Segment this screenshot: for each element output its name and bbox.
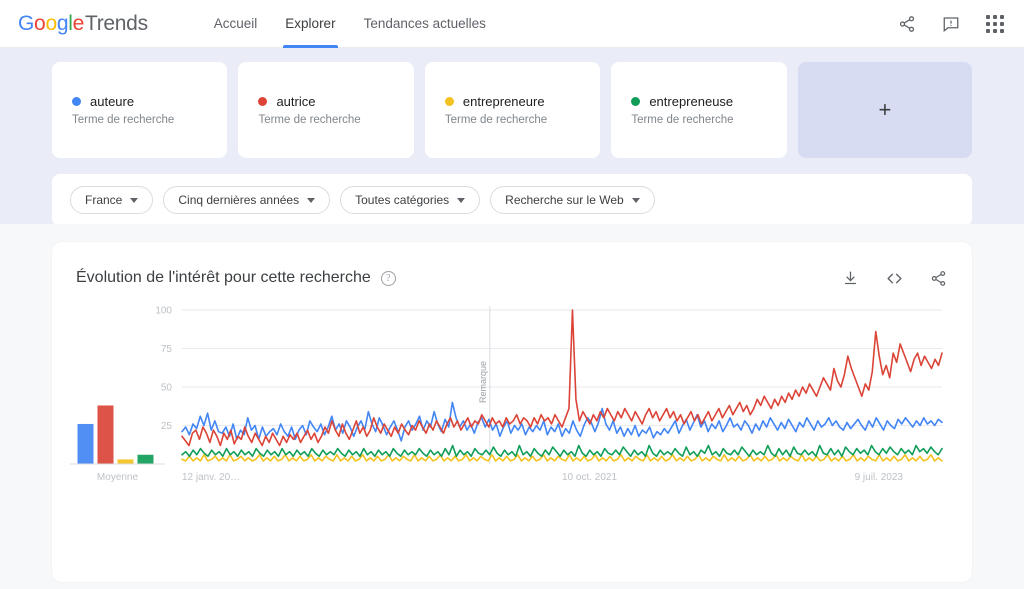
panel-actions bbox=[840, 268, 948, 288]
trends-chart[interactable]: 25 50 75 100 Remarque 12 janv. 20… 10 oct. 202… bbox=[52, 304, 952, 514]
x-axis-tick: 9 juil. 2023 bbox=[855, 472, 904, 483]
search-term-subtitle: Terme de recherche bbox=[631, 114, 734, 126]
filters-wrap: France Cinq dernières années Toutes caté… bbox=[0, 174, 1024, 226]
search-term-card-entrepreneuse[interactable]: entrepreneuse Terme de recherche bbox=[611, 62, 787, 158]
search-term-label: entrepreneure bbox=[462, 94, 545, 109]
search-term-label: autrice bbox=[276, 94, 316, 109]
average-axis-label: Moyenne bbox=[97, 472, 139, 483]
filter-search-type-label: Recherche sur le Web bbox=[505, 193, 624, 207]
chevron-down-icon bbox=[631, 197, 640, 203]
share-icon[interactable] bbox=[896, 13, 918, 35]
panel-header: Évolution de l'intérêt pour cette recher… bbox=[52, 242, 972, 288]
download-icon[interactable] bbox=[840, 268, 860, 288]
interest-over-time-panel: Évolution de l'intérêt pour cette recher… bbox=[52, 242, 972, 582]
search-term-label: entrepreneuse bbox=[649, 94, 734, 109]
filter-category[interactable]: Toutes catégories bbox=[340, 186, 481, 214]
nav-item-explorer[interactable]: Explorer bbox=[271, 0, 349, 48]
filter-location-label: France bbox=[85, 193, 123, 207]
query-band: auteure Terme de recherche autrice Terme… bbox=[0, 48, 1024, 226]
filter-timerange-label: Cinq dernières années bbox=[178, 193, 300, 207]
plus-icon: + bbox=[878, 97, 892, 122]
chevron-down-icon bbox=[307, 197, 316, 203]
x-axis-tick: 10 oct. 2021 bbox=[562, 472, 617, 483]
filter-timerange[interactable]: Cinq dernières années bbox=[163, 186, 331, 214]
series-line-entrepreneuse bbox=[181, 444, 943, 458]
series-color-dot-auteure bbox=[72, 97, 81, 106]
add-search-term-button[interactable]: + bbox=[797, 62, 973, 158]
logo-letter-o1: o bbox=[34, 11, 46, 35]
y-axis-tick: 100 bbox=[155, 306, 172, 317]
feedback-icon[interactable] bbox=[940, 13, 962, 35]
content-area: Évolution de l'intérêt pour cette recher… bbox=[0, 224, 1024, 589]
filter-location[interactable]: France bbox=[70, 186, 154, 214]
average-bar-entrepreneure bbox=[117, 459, 134, 464]
embed-icon[interactable] bbox=[884, 268, 904, 288]
filter-search-type[interactable]: Recherche sur le Web bbox=[490, 186, 655, 214]
search-term-label: auteure bbox=[90, 94, 135, 109]
chevron-down-icon bbox=[457, 197, 466, 203]
y-axis-tick: 25 bbox=[161, 421, 173, 432]
search-term-subtitle: Terme de recherche bbox=[258, 114, 361, 126]
average-bar-auteure bbox=[77, 423, 94, 464]
share-icon[interactable] bbox=[928, 268, 948, 288]
search-term-card-entrepreneure[interactable]: entrepreneure Terme de recherche bbox=[424, 62, 601, 158]
annotation-label: Remarque bbox=[478, 361, 488, 403]
search-term-card-auteure[interactable]: auteure Terme de recherche bbox=[52, 62, 228, 158]
x-axis-tick: 12 janv. 20… bbox=[182, 472, 240, 483]
search-term-subtitle: Terme de recherche bbox=[72, 114, 175, 126]
logo-letter-e: e bbox=[72, 11, 85, 35]
header-actions bbox=[896, 13, 1006, 35]
series-color-dot-autrice bbox=[258, 97, 268, 106]
average-bar-entrepreneuse bbox=[137, 454, 154, 464]
search-term-card-autrice[interactable]: autrice Terme de recherche bbox=[238, 62, 414, 158]
google-trends-logo[interactable]: Go o g l e Trends bbox=[18, 12, 148, 36]
filter-category-label: Toutes catégories bbox=[355, 193, 450, 207]
search-term-cards: auteure Terme de recherche autrice Terme… bbox=[0, 62, 1024, 158]
logo-trends-word: Trends bbox=[84, 11, 148, 35]
nav-item-tendances-actuelles[interactable]: Tendances actuelles bbox=[350, 0, 500, 48]
nav-item-accueil[interactable]: Accueil bbox=[200, 0, 272, 48]
series-line-entrepreneure bbox=[181, 453, 943, 462]
apps-grid-icon[interactable] bbox=[984, 13, 1006, 35]
y-axis-tick: 50 bbox=[161, 383, 173, 394]
chart-area: 25 50 75 100 Remarque 12 janv. 20… 10 oct. 202… bbox=[52, 304, 972, 574]
logo-letter-o2: o bbox=[45, 11, 57, 35]
average-bar-autrice bbox=[97, 405, 114, 464]
series-color-dot-entrepreneure bbox=[444, 97, 454, 106]
logo-letter-g: G bbox=[18, 11, 35, 35]
filters-bar: France Cinq dernières années Toutes caté… bbox=[52, 174, 972, 226]
chevron-down-icon bbox=[130, 197, 139, 203]
help-icon[interactable]: ? bbox=[380, 270, 396, 286]
panel-title: Évolution de l'intérêt pour cette recher… bbox=[76, 269, 371, 286]
series-color-dot-entrepreneuse bbox=[631, 97, 641, 106]
main-nav: Accueil Explorer Tendances actuelles bbox=[200, 0, 500, 48]
search-term-subtitle: Terme de recherche bbox=[444, 114, 548, 126]
logo-letter-g2: g bbox=[56, 11, 69, 35]
app-header: Go o g l e Trends Accueil Explorer Tendances … bbox=[0, 0, 1024, 48]
y-axis-tick: 75 bbox=[161, 344, 173, 355]
